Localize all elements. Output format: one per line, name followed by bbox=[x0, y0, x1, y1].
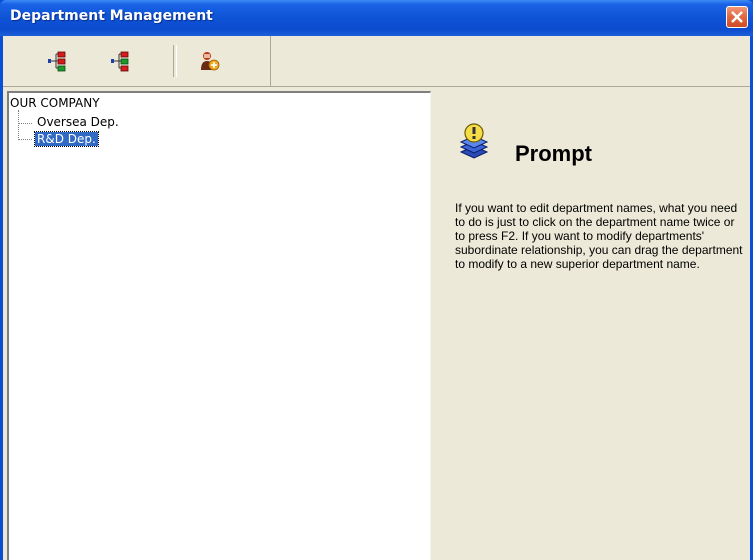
department-management-window: Department Management OUR COMPANY Overse… bbox=[0, 0, 753, 560]
prompt-title: Prompt bbox=[515, 141, 592, 166]
tree-connector-horizontal bbox=[18, 123, 32, 124]
department-tree[interactable]: OUR COMPANY Oversea Dep. R&D Dep. bbox=[7, 91, 431, 560]
window-title: Department Management bbox=[10, 8, 213, 24]
lightbulb-stack-icon bbox=[459, 123, 489, 159]
toolbar-separator bbox=[173, 45, 177, 77]
tree-connector-horizontal bbox=[18, 139, 32, 140]
tree-connector-vertical bbox=[18, 110, 19, 140]
add-subdepartment-button[interactable] bbox=[108, 48, 134, 74]
add-department-button[interactable] bbox=[45, 48, 71, 74]
toolbar-button-group bbox=[3, 36, 271, 86]
add-department-icon bbox=[48, 51, 66, 72]
close-button[interactable] bbox=[726, 6, 748, 28]
tree-item-oversea-dep[interactable]: Oversea Dep. bbox=[35, 115, 121, 129]
toolbar bbox=[3, 36, 750, 87]
title-bar[interactable]: Department Management bbox=[0, 0, 753, 36]
window-client-area: OUR COMPANY Oversea Dep. R&D Dep. Prompt… bbox=[3, 36, 750, 560]
delete-department-icon bbox=[201, 52, 220, 71]
add-subdepartment-icon bbox=[111, 51, 129, 72]
tree-root-item[interactable]: OUR COMPANY bbox=[10, 96, 100, 110]
prompt-text: If you want to edit department names, wh… bbox=[455, 201, 743, 271]
delete-department-button[interactable] bbox=[196, 48, 222, 74]
prompt-panel: Prompt If you want to edit department na… bbox=[435, 91, 750, 560]
tree-item-rd-dep[interactable]: R&D Dep. bbox=[34, 131, 99, 147]
close-icon bbox=[731, 11, 743, 23]
